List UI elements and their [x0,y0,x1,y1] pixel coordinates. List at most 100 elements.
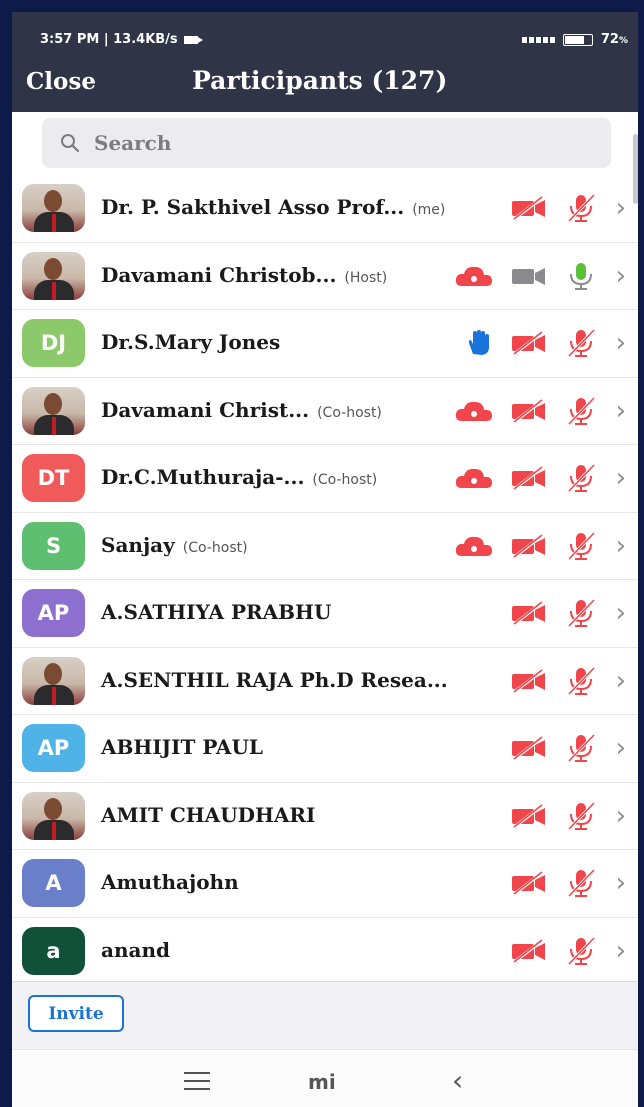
participant-row[interactable]: AP ABHIJIT PAUL › [12,715,638,783]
participant-controls: › [454,530,626,561]
participant-row[interactable]: AMIT CHAUDHARI › [12,783,638,850]
video-off-icon[interactable] [510,195,548,221]
participant-name-text: ABHIJIT PAUL [101,735,263,759]
mic-muted-icon[interactable] [564,530,598,561]
cloud-recording-icon [455,266,492,286]
participant-name-text: Davamani Christob... [101,262,337,287]
mic-muted-icon[interactable] [564,328,598,358]
participant-name-text: Dr.S.Mary Jones [101,330,281,354]
chevron-right-icon[interactable]: › [616,599,626,627]
status-left: 3:57 PM | 13.4KB/s [40,32,203,47]
avatar: S [22,521,85,570]
participant-controls: › [510,800,626,831]
participant-controls: › [510,733,626,763]
mic-muted-icon[interactable] [564,800,598,831]
participant-row[interactable]: A.SENTHIL RAJA Ph.D Resea... › [12,648,638,715]
video-off-icon[interactable] [510,465,548,491]
mic-muted-icon[interactable] [564,935,598,966]
participant-row[interactable]: AP A.SATHIYA PRABHU › [12,580,638,648]
back-icon[interactable]: ‹ [452,1064,463,1097]
video-on-icon[interactable] [510,263,548,289]
avatar: DT [22,454,85,502]
video-off-icon[interactable] [510,803,548,829]
chevron-right-icon[interactable]: › [616,262,626,290]
search-field[interactable]: Search [42,118,611,168]
invite-button[interactable]: Invite [28,995,124,1032]
participant-controls: › [454,261,626,291]
avatar: a [22,926,85,975]
avatar [22,184,85,232]
participant-name: Sanjay (Co-host) [101,533,248,557]
chevron-right-icon[interactable]: › [616,667,626,695]
participant-controls: › [454,463,626,493]
chevron-right-icon[interactable]: › [616,734,626,762]
video-off-icon[interactable] [510,533,548,559]
mic-muted-icon[interactable] [564,598,598,628]
participant-row[interactable]: DT Dr.C.Muthuraja-... (Co-host) › [12,445,638,513]
system-nav-bar: mi ‹ [12,1049,638,1107]
chevron-right-icon[interactable]: › [616,869,626,897]
menu-icon[interactable] [184,1072,210,1096]
status-time: 3:57 PM | 13.4KB/s [40,32,178,47]
video-off-icon[interactable] [510,398,548,424]
participant-name-text: Dr.C.Muthuraja-... [101,465,305,489]
home-button[interactable]: mi [308,1070,336,1094]
avatar: AP [22,589,85,637]
avatar [22,251,85,300]
participant-name-text: anand [101,937,170,962]
search-placeholder: Search [94,131,172,155]
participant-name-text: Davamani Christ... [101,397,310,422]
participant-row[interactable]: DJ Dr.S.Mary Jones › [12,310,638,378]
avatar: A [22,859,85,907]
participant-list: Dr. P. Sakthivel Asso Prof... (me) › Davama… [12,175,638,981]
top-bar: 3:57 PM | 13.4KB/s 72% Close Participant… [12,12,638,112]
chevron-right-icon[interactable]: › [616,464,626,492]
chevron-right-icon[interactable]: › [616,329,626,357]
chevron-right-icon[interactable]: › [616,937,626,965]
video-off-icon[interactable] [510,330,548,356]
page-title: Participants (127) [192,66,448,95]
mic-muted-icon[interactable] [564,868,598,898]
participant-controls: › [510,193,626,223]
participant-row[interactable]: Davamani Christ... (Co-host) › [12,378,638,445]
mic-muted-icon[interactable] [564,733,598,763]
avatar [22,791,85,840]
participant-controls: › [510,868,626,898]
participant-row[interactable]: a anand › [12,918,638,982]
participant-row[interactable]: Davamani Christob... (Host) › [12,243,638,310]
participant-controls: › [510,598,626,628]
status-right: 72% [521,32,628,47]
avatar [22,386,85,435]
mic-muted-icon[interactable] [564,463,598,493]
participant-name-text: Dr. P. Sakthivel Asso Prof... [101,195,405,219]
participant-row[interactable]: S Sanjay (Co-host) › [12,513,638,580]
cloud-recording-icon [455,536,492,556]
participant-controls: › [510,935,626,966]
mic-on-icon[interactable] [564,261,598,291]
participant-row[interactable]: A Amuthajohn › [12,850,638,918]
mic-muted-icon[interactable] [564,193,598,223]
video-off-icon[interactable] [510,668,548,694]
chevron-right-icon[interactable]: › [616,194,626,222]
participant-name-text: A.SENTHIL RAJA Ph.D Resea... [101,667,448,692]
raised-hand-icon [468,330,489,355]
cloud-recording-icon [455,468,492,488]
chevron-right-icon[interactable]: › [616,802,626,830]
close-button[interactable]: Close [26,68,96,95]
mic-muted-icon[interactable] [564,395,598,426]
participant-name: AMIT CHAUDHARI [101,803,315,827]
avatar: DJ [22,319,85,367]
video-off-icon[interactable] [510,600,548,626]
video-off-icon[interactable] [510,870,548,896]
video-off-icon[interactable] [510,735,548,761]
chevron-right-icon[interactable]: › [616,397,626,425]
role-tag: (Host) [344,269,388,286]
participant-name-text: Sanjay [101,532,175,557]
participant-row[interactable]: Dr. P. Sakthivel Asso Prof... (me) › [12,175,638,243]
mic-muted-icon[interactable] [564,665,598,696]
participant-name-text: Amuthajohn [101,870,239,894]
participant-name: Dr.C.Muthuraja-... (Co-host) [101,465,377,489]
chevron-right-icon[interactable]: › [616,532,626,560]
avatar [22,656,85,705]
video-off-icon[interactable] [510,938,548,964]
